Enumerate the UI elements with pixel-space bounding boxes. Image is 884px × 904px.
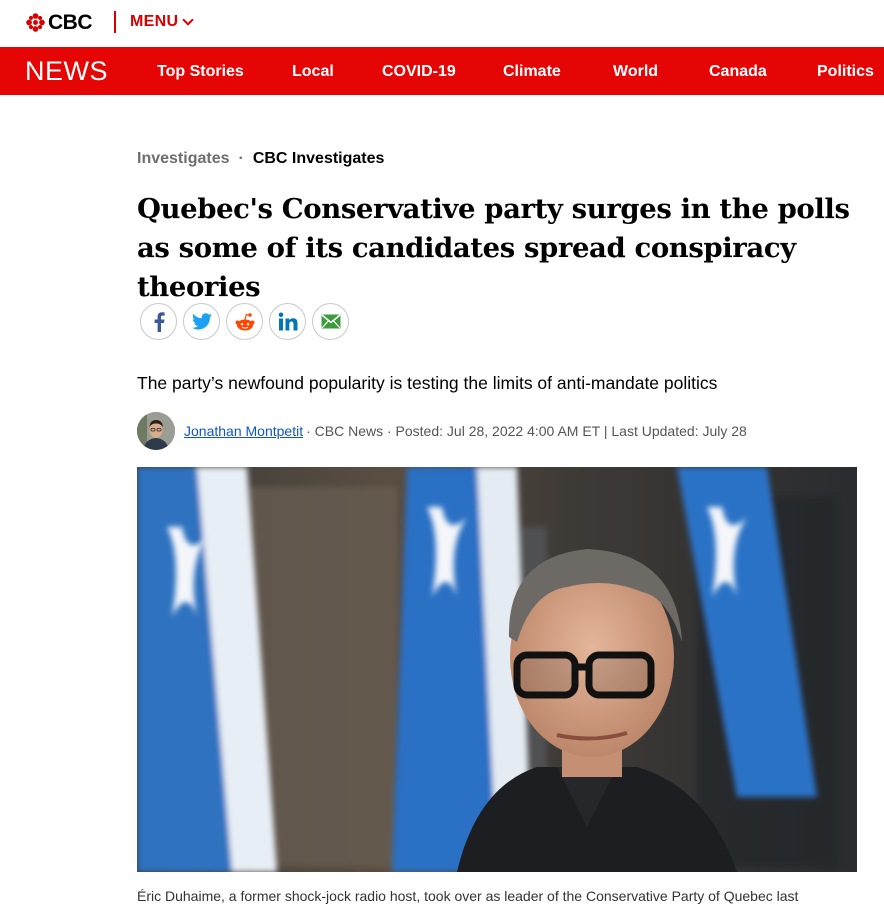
byline-meta: · CBC News · Posted: Jul 28, 2022 4:00 A…	[306, 423, 747, 439]
nav-item-top-stories[interactable]: Top Stories	[157, 62, 244, 82]
nav-item-covid-19[interactable]: COVID-19	[382, 62, 456, 82]
menu-button[interactable]: MENU	[130, 13, 194, 31]
breadcrumb-separator: ·	[238, 150, 244, 167]
share-linkedin-button[interactable]	[269, 303, 306, 340]
facebook-icon	[154, 311, 165, 332]
nav-item-climate[interactable]: Climate	[503, 62, 561, 82]
share-email-button[interactable]	[312, 303, 349, 340]
article-headline: Quebec's Conservative party surges in th…	[137, 193, 850, 303]
breadcrumb-investigates[interactable]: Investigates	[137, 150, 229, 168]
share-twitter-button[interactable]	[183, 303, 220, 340]
breadcrumb-cbc-investigates[interactable]: CBC Investigates	[253, 150, 385, 168]
cbc-wordmark: CBC	[48, 11, 93, 34]
hero-photo	[137, 467, 857, 872]
nav-item-local[interactable]: Local	[292, 62, 334, 82]
nav-item-canada[interactable]: Canada	[709, 62, 767, 82]
share-facebook-button[interactable]	[140, 303, 177, 340]
linkedin-icon	[278, 312, 297, 330]
author-avatar[interactable]	[137, 412, 175, 450]
news-nav-bar: NEWS Top Stories Local COVID-19 Climate …	[0, 47, 884, 95]
twitter-icon	[191, 313, 212, 330]
article-deck: The party’s newfound popularity is testi…	[137, 373, 718, 393]
menu-label: MENU	[130, 13, 179, 30]
share-bar	[140, 303, 355, 340]
share-reddit-button[interactable]	[226, 303, 263, 340]
author-link[interactable]: Jonathan Montpetit	[184, 423, 303, 439]
cbc-logo[interactable]: CBC	[26, 11, 93, 34]
byline: Jonathan Montpetit · CBC News · Posted: …	[137, 411, 747, 451]
email-icon	[320, 314, 341, 329]
reddit-icon	[235, 312, 254, 330]
news-logo[interactable]: NEWS	[25, 55, 108, 87]
chevron-down-icon	[182, 13, 194, 26]
header-divider	[114, 11, 116, 33]
hero-image[interactable]	[137, 467, 857, 872]
image-caption: Éric Duhaime, a former shock-jock radio …	[137, 888, 799, 904]
breadcrumb: Investigates · CBC Investigates	[137, 150, 384, 168]
nav-item-world[interactable]: World	[613, 62, 658, 82]
cbc-gem-icon	[26, 13, 45, 32]
top-bar: CBC MENU	[0, 0, 884, 47]
nav-item-politics[interactable]: Politics	[817, 62, 874, 82]
